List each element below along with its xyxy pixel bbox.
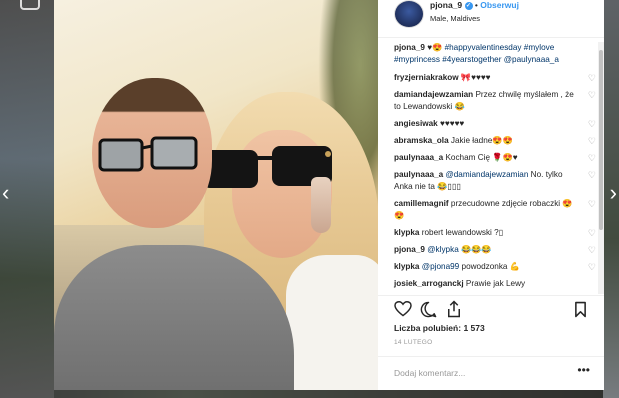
comment-item: paulynaaa_a Kocham Cię 🌹😍♥ ♡ xyxy=(394,152,596,164)
post-date[interactable]: 14 LUTEGO xyxy=(394,339,432,346)
comment-item: damiandajewzamian Przez chwilę myślałem … xyxy=(394,89,596,113)
mention-link[interactable]: @klypka xyxy=(427,245,459,254)
scrollbar-thumb[interactable] xyxy=(599,50,603,230)
comment-text: Prawie jak Lewy xyxy=(465,278,526,288)
hashtag-link[interactable]: #myprincess xyxy=(394,55,440,64)
comment-username[interactable]: paulynaaa_a xyxy=(394,153,443,162)
hashtag-link[interactable]: #happyvalentinesday xyxy=(445,43,522,52)
comment-like-heart-icon[interactable]: ♡ xyxy=(588,198,596,210)
comment-username[interactable]: abramska_ola xyxy=(394,136,449,145)
instagram-logo-icon xyxy=(20,0,40,10)
comment-like-heart-icon[interactable]: ♡ xyxy=(588,227,596,239)
separator-dot: • xyxy=(474,0,478,10)
previous-post-arrow-icon[interactable]: ‹ xyxy=(2,182,9,204)
comment-like-heart-icon[interactable]: ♡ xyxy=(588,261,596,273)
comment-text: ♥♥♥♥♥ xyxy=(439,118,465,128)
comment-text: powodzonka 💪 xyxy=(461,261,520,271)
comment-username[interactable]: fryzjerniakrakow xyxy=(394,73,459,82)
post-username[interactable]: pjona_9 xyxy=(430,0,462,10)
comment-like-heart-icon[interactable]: ♡ xyxy=(588,152,596,164)
comment-username[interactable]: damiandajewzamian xyxy=(394,90,473,99)
comment-text: robert lewandowski ?▯ xyxy=(421,227,504,237)
comment-text: Kocham Cię 🌹😍♥ xyxy=(445,152,518,162)
verified-icon: ✓ xyxy=(464,1,473,10)
post-caption: pjona_9 ♥😍 #happyvalentinesday #mylove #… xyxy=(394,42,590,67)
comment-username[interactable]: klypka xyxy=(394,228,420,237)
add-comment-bar: Dodaj komentarz... ••• xyxy=(378,356,604,391)
add-comment-input[interactable]: Dodaj komentarz... xyxy=(394,368,465,378)
next-post-arrow-icon[interactable]: › xyxy=(610,182,617,204)
comment-item: camillemagnif przecudowne zdjęcie robacz… xyxy=(394,198,596,222)
comment-username[interactable]: paulynaaa_a xyxy=(394,170,443,179)
avatar[interactable] xyxy=(394,0,424,28)
comments-list[interactable]: pjona_9 ♥😍 #happyvalentinesday #mylove #… xyxy=(378,42,604,295)
share-icon[interactable] xyxy=(446,300,462,318)
comment-username[interactable]: camillemagnif xyxy=(394,199,449,208)
mention-link[interactable]: @pjona99 xyxy=(422,262,459,271)
action-bar xyxy=(378,295,604,324)
bookmark-icon[interactable] xyxy=(574,301,587,318)
hashtag-link[interactable]: #4yearstogether xyxy=(442,55,501,64)
caption-username[interactable]: pjona_9 xyxy=(394,43,425,52)
comment-item: fryzjerniakrakow 🎀♥♥♥♥ ♡ xyxy=(394,72,596,84)
comment-text: 😂😂😂 xyxy=(461,244,492,254)
heart-icon[interactable] xyxy=(394,301,412,317)
comment-item: josiek_arroganckj Prawie jak Lewy xyxy=(394,278,582,290)
likes-label: Liczba polubień: xyxy=(394,323,462,333)
hashtag-link[interactable]: #mylove xyxy=(524,43,555,52)
comment-like-heart-icon[interactable]: ♡ xyxy=(588,169,596,181)
mention-link[interactable]: @damiandajewzamian xyxy=(445,170,528,179)
comment-item: abramska_ola Jakie ładne😍😍 ♡ xyxy=(394,135,596,147)
comment-username[interactable]: pjona_9 xyxy=(394,245,425,254)
post-photo[interactable] xyxy=(54,0,378,390)
comment-username[interactable]: angiesiwak xyxy=(394,119,438,128)
comment-icon[interactable] xyxy=(420,301,437,318)
comment-username[interactable]: klypka xyxy=(394,262,420,271)
follow-button[interactable]: Obserwuj xyxy=(480,0,519,10)
comment-like-heart-icon[interactable]: ♡ xyxy=(588,244,596,256)
likes-count[interactable]: Liczba polubień: 1 573 xyxy=(394,323,485,333)
comment-username[interactable]: josiek_arroganckj xyxy=(394,279,464,288)
post-side-panel: pjona_9 ✓ • Obserwuj Male, Maldives pjon… xyxy=(378,0,604,390)
likes-number: 1 573 xyxy=(463,323,485,333)
comment-text: Jakie ładne😍😍 xyxy=(450,135,513,145)
comment-like-heart-icon[interactable]: ♡ xyxy=(588,89,596,101)
comment-like-heart-icon[interactable]: ♡ xyxy=(588,118,596,130)
comment-text: 🎀♥♥♥♥ xyxy=(460,72,491,82)
comment-like-heart-icon[interactable]: ♡ xyxy=(588,72,596,84)
post-header: pjona_9 ✓ • Obserwuj Male, Maldives xyxy=(378,0,604,38)
comment-like-heart-icon[interactable]: ♡ xyxy=(588,135,596,147)
comments-scrollbar[interactable] xyxy=(598,42,604,294)
location-link[interactable]: Male, Maldives xyxy=(430,14,480,23)
comment-item: paulynaaa_a @damiandajewzamian No. tylko… xyxy=(394,169,596,193)
comment-item: pjona_9 @klypka 😂😂😂 ♡ xyxy=(394,244,596,256)
caption-emoji: ♥😍 xyxy=(427,43,443,52)
comment-item: klypka @pjona99 powodzonka 💪 ♡ xyxy=(394,261,596,273)
comment-item: angiesiwak ♥♥♥♥♥ ♡ xyxy=(394,118,596,130)
mention-link[interactable]: @paulynaaa_a xyxy=(504,55,559,64)
more-options-icon[interactable]: ••• xyxy=(577,363,590,377)
comment-item: klypka robert lewandowski ?▯ ♡ xyxy=(394,227,596,239)
